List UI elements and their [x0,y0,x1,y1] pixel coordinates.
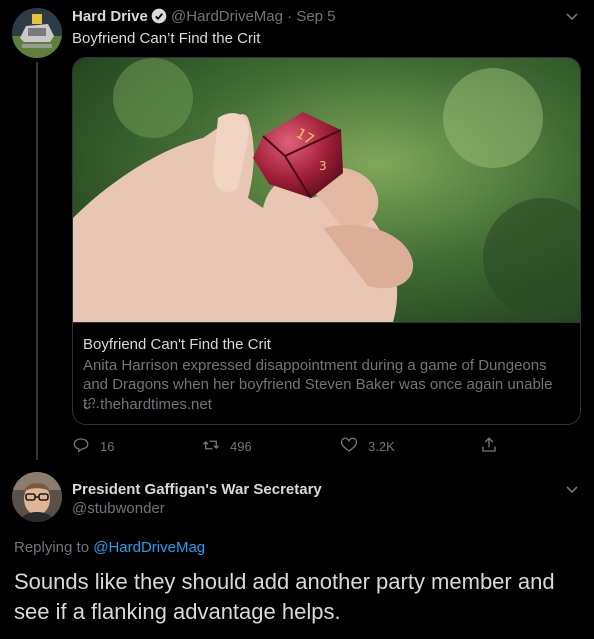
author-handle[interactable]: @HardDriveMag [171,8,283,25]
retweet-button[interactable]: 496 [202,436,252,457]
replying-to-label: Replying to [14,539,90,556]
retweet-icon [202,436,230,457]
card-domain-text: thehardtimes.net [100,396,212,413]
tweet-date[interactable]: Sep 5 [296,8,335,25]
retweet-count: 496 [230,439,252,454]
share-icon [480,436,508,457]
reply-button[interactable]: 16 [72,436,114,457]
thread-connector-line [36,62,38,460]
replying-to-handle-link[interactable]: @HardDriveMag [93,539,205,556]
like-button[interactable]: 3.2K [340,436,395,457]
reply-text: Sounds like they should add another part… [14,569,555,624]
reply-author-handle[interactable]: @stubwonder [72,500,165,517]
link-icon [83,396,96,413]
chevron-down-icon[interactable] [564,8,580,29]
reply-author-avatar[interactable] [12,472,62,522]
heart-icon [340,436,368,457]
link-card[interactable]: 17 3 Boyfriend Can't Find the Crit Anita… [72,57,581,425]
dot-separator: · [287,8,293,25]
share-button[interactable] [480,436,508,457]
like-count: 3.2K [368,439,395,454]
card-image[interactable]: 17 3 [73,58,580,323]
author-name[interactable]: Hard Drive [72,8,148,25]
tweet-text: Boyfriend Can’t Find the Crit [72,30,261,47]
replying-to: Replying to @HardDriveMag [14,539,205,556]
author-avatar[interactable] [12,8,62,58]
reply-icon [72,436,100,457]
reply-chevron-down-icon[interactable] [564,481,580,502]
verified-badge-icon [151,8,167,29]
reply-author-name[interactable]: President Gaffigan's War Secretary [72,481,322,498]
svg-text:3: 3 [319,159,327,173]
tweet-header: Hard Drive @HardDriveMag · Sep 5 [72,8,336,29]
card-title[interactable]: Boyfriend Can't Find the Crit [83,336,271,353]
card-domain[interactable]: thehardtimes.net [83,396,212,413]
reply-count: 16 [100,439,115,454]
